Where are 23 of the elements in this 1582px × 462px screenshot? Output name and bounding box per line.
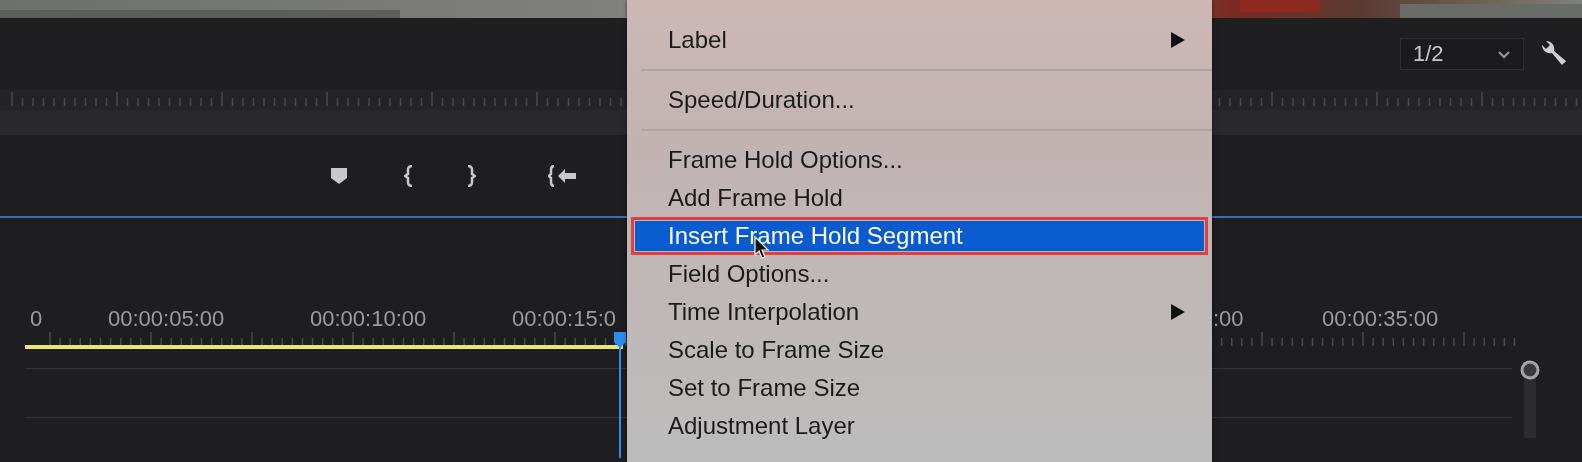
menu-item[interactable]: Adjustment Layer — [627, 407, 1212, 445]
menu-item[interactable]: Time Interpolation — [627, 293, 1212, 331]
scroll-handle[interactable] — [1518, 358, 1542, 438]
menu-item[interactable]: Frame Hold Options... — [627, 141, 1212, 179]
chevron-down-icon — [1497, 49, 1511, 59]
timecode-label: 0 — [30, 306, 43, 332]
timecode-label: :00 — [1213, 306, 1244, 332]
menu-item[interactable]: Scale to Frame Size — [627, 331, 1212, 369]
menu-item[interactable]: Label — [627, 21, 1212, 59]
menu-item[interactable]: Insert Frame Hold Segment — [635, 221, 1204, 251]
menu-item[interactable]: Speed/Duration... — [627, 81, 1212, 119]
menu-item[interactable]: Field Options... — [627, 255, 1212, 293]
go-to-in-icon[interactable] — [548, 164, 578, 187]
zoom-dropdown[interactable]: 1/2 — [1400, 38, 1524, 70]
mark-out-icon[interactable] — [466, 164, 476, 187]
mark-in-icon[interactable] — [404, 164, 414, 187]
timecode-label: 00:00:10:00 — [310, 306, 427, 332]
timecode-label: 00:00:15:0 — [512, 306, 616, 332]
menu-item[interactable]: Set to Frame Size — [627, 369, 1212, 407]
marker-icon[interactable] — [330, 166, 348, 185]
timecode-label: 00:00:35:00 — [1322, 306, 1439, 332]
menu-item[interactable]: Add Frame Hold — [627, 179, 1212, 217]
timecode-label: 00:00:05:00 — [108, 306, 225, 332]
